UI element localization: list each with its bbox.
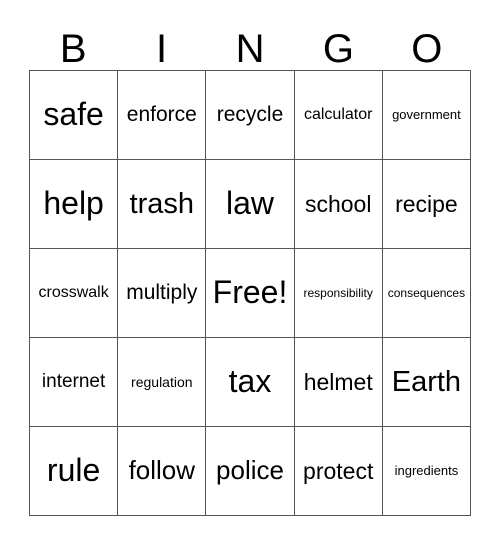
bingo-header-letter-b: B (59, 27, 87, 71)
bingo-row: internet regulation tax helmet Earth (30, 338, 472, 427)
bingo-cell[interactable]: rule (30, 427, 119, 516)
bingo-row: help trash law school recipe (30, 160, 472, 249)
bingo-cell-label: follow (128, 455, 196, 486)
bingo-cell[interactable]: regulation (118, 338, 207, 427)
bingo-cell[interactable]: internet (30, 338, 119, 427)
bingo-cell-label: law (226, 185, 275, 222)
bingo-cell-label: rule (46, 452, 101, 489)
bingo-cell-label: responsibility (303, 285, 373, 300)
bingo-cell-label: recipe (395, 190, 458, 217)
bingo-cell-label: calculator (303, 105, 373, 123)
bingo-cell[interactable]: multiply (118, 249, 207, 338)
bingo-cell[interactable]: trash (118, 160, 207, 249)
bingo-cell-label: enforce (126, 102, 197, 126)
bingo-cell-label: Free! (212, 274, 288, 311)
bingo-cell-label: recycle (216, 102, 284, 126)
bingo-header-letter-o: O (411, 27, 443, 71)
bingo-cell-label: trash (129, 187, 195, 220)
bingo-cell-label: regulation (131, 373, 193, 390)
bingo-cell[interactable]: consequences (382, 249, 472, 338)
bingo-cell[interactable]: responsibility (294, 249, 383, 338)
bingo-cell-label: crosswalk (38, 283, 109, 301)
bingo-cell[interactable]: recycle (206, 71, 295, 160)
bingo-cell[interactable]: Earth (382, 338, 472, 427)
bingo-header-letter-i: I (156, 27, 168, 71)
bingo-cell-label: Earth (391, 365, 462, 398)
bingo-grid: safe enforce recycle calculator governme… (29, 70, 472, 516)
bingo-header-letter-g: G (322, 27, 354, 71)
bingo-cell-label: police (216, 455, 284, 486)
bingo-cell-label: helmet (303, 368, 373, 395)
bingo-cell-label: ingredients (394, 463, 459, 479)
bingo-row: safe enforce recycle calculator governme… (30, 71, 472, 160)
bingo-header-row: B I N G O (29, 15, 471, 70)
bingo-row: rule follow police protect ingredients (30, 427, 472, 516)
bingo-cell-label: tax (228, 363, 272, 400)
bingo-cell[interactable]: ingredients (382, 427, 472, 516)
bingo-row: crosswalk multiply Free! responsibility … (30, 249, 472, 338)
bingo-cell-label: consequences (387, 285, 466, 300)
bingo-cell[interactable]: calculator (294, 71, 383, 160)
bingo-cell[interactable]: helmet (294, 338, 383, 427)
bingo-cell-label: help (43, 185, 104, 222)
bingo-cell[interactable]: enforce (118, 71, 207, 160)
bingo-cell[interactable]: help (30, 160, 119, 249)
bingo-cell[interactable]: follow (118, 427, 207, 516)
bingo-cell[interactable]: school (294, 160, 383, 249)
bingo-cell-label: school (304, 190, 372, 217)
bingo-cell-label: safe (43, 96, 104, 133)
bingo-cell[interactable]: safe (30, 71, 119, 160)
bingo-cell-label: internet (41, 371, 106, 393)
bingo-header-letter-n: N (235, 27, 265, 71)
bingo-card: B I N G O safe enforce recycle calculato… (29, 15, 472, 516)
bingo-cell[interactable]: police (206, 427, 295, 516)
bingo-cell[interactable]: government (382, 71, 472, 160)
bingo-cell[interactable]: crosswalk (30, 249, 119, 338)
bingo-cell-label: multiply (126, 280, 198, 304)
bingo-cell-label: government (392, 107, 461, 123)
bingo-cell[interactable]: recipe (382, 160, 472, 249)
bingo-cell-label: protect (303, 457, 374, 484)
bingo-cell-free-space[interactable]: Free! (206, 249, 295, 338)
bingo-cell[interactable]: tax (206, 338, 295, 427)
bingo-cell[interactable]: law (206, 160, 295, 249)
bingo-cell[interactable]: protect (294, 427, 383, 516)
